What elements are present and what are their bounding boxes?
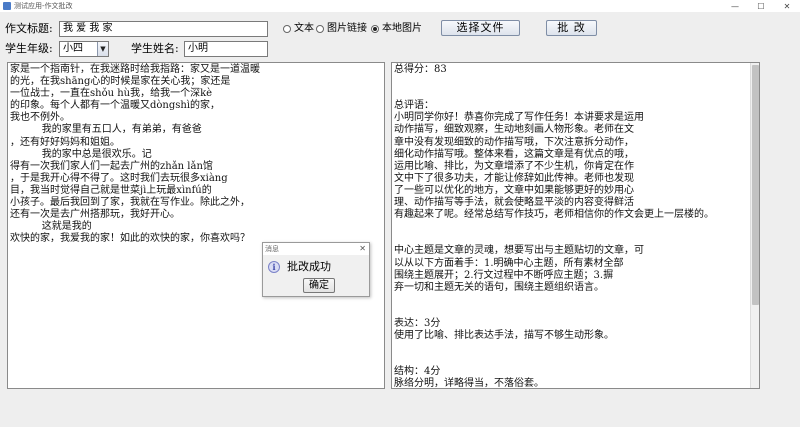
radio-text-indicator <box>283 25 291 33</box>
radio-image-link-label: 图片链接 <box>327 23 367 34</box>
close-icon[interactable]: ✕ <box>774 0 800 12</box>
feedback-scrollbar-thumb[interactable] <box>752 65 759 305</box>
dialog-message: 批改成功 <box>287 260 331 273</box>
window-title: 测试应用-作文批改 <box>14 2 73 10</box>
window-titlebar: 测试应用-作文批改 — ☐ ✕ <box>0 0 800 12</box>
minimize-icon[interactable]: — <box>722 0 748 12</box>
chevron-down-icon[interactable]: ▼ <box>97 42 108 56</box>
essay-text-area[interactable]: 家是一个指南针，在我迷路时给我指路：家又是一道温暖 的光，在我shāng心的时候… <box>7 62 385 389</box>
dialog-ok-button[interactable]: 确定 <box>303 278 335 293</box>
radio-image-link[interactable]: 图片链接 <box>316 22 367 36</box>
dialog-title: 消息 <box>265 245 279 253</box>
radio-image-link-indicator <box>316 25 324 33</box>
essay-title-input[interactable]: 我 爱 我 家 <box>59 21 268 37</box>
grade-button[interactable]: 批 改 <box>546 20 597 36</box>
essay-title-label: 作文标题: <box>5 22 53 35</box>
window-controls: — ☐ ✕ <box>722 0 800 12</box>
student-name-label: 学生姓名: <box>131 42 179 55</box>
maximize-icon[interactable]: ☐ <box>748 0 774 12</box>
radio-local-image-label: 本地图片 <box>382 23 422 34</box>
dialog-close-icon[interactable]: ✕ <box>359 243 366 255</box>
feedback-text: 总得分：83 总评语： 小明同学你好！恭喜你完成了写作任务！本讲要求是运用 动作… <box>394 64 714 389</box>
student-name-input[interactable]: 小明 <box>184 41 268 57</box>
radio-local-image-indicator <box>371 25 379 33</box>
student-grade-value: 小四 <box>63 43 83 54</box>
radio-text[interactable]: 文本 <box>283 22 314 36</box>
essay-text: 家是一个指南针，在我迷路时给我指路：家又是一道温暖 的光，在我shāng心的时候… <box>10 64 260 245</box>
info-icon: i <box>268 261 280 273</box>
app-icon <box>3 2 11 10</box>
radio-text-label: 文本 <box>294 23 314 34</box>
student-grade-label: 学生年级: <box>5 42 53 55</box>
message-dialog: 消息 ✕ i 批改成功 确定 <box>262 242 370 297</box>
radio-local-image[interactable]: 本地图片 <box>371 22 422 36</box>
dialog-titlebar: 消息 ✕ <box>263 243 369 255</box>
student-grade-select[interactable]: 小四 ▼ <box>59 41 109 57</box>
feedback-text-area[interactable]: 总得分：83 总评语： 小明同学你好！恭喜你完成了写作任务！本讲要求是运用 动作… <box>391 62 760 389</box>
choose-file-button[interactable]: 选择文件 <box>441 20 520 36</box>
feedback-scrollbar[interactable] <box>750 63 759 388</box>
